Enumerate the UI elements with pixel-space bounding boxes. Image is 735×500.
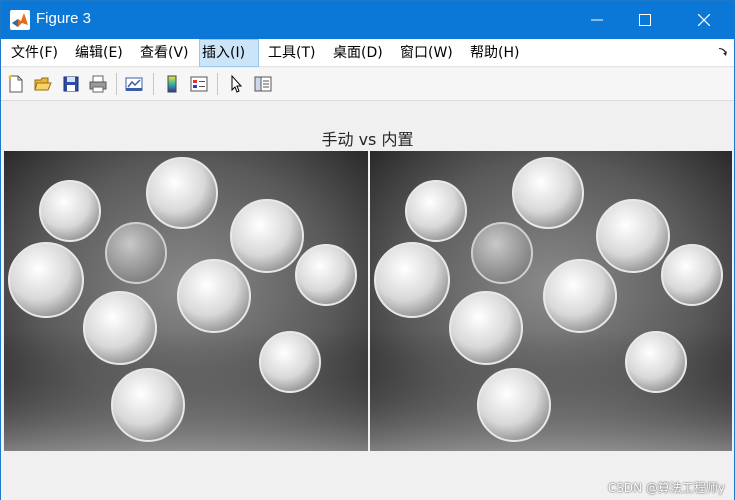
window-title: Figure 3 (36, 10, 92, 27)
menu-desktop[interactable]: 桌面(D) (331, 39, 385, 67)
maximize-icon (639, 14, 651, 26)
edit-plot-button[interactable] (225, 73, 247, 95)
save-icon (63, 76, 79, 92)
insert-colorbar-button[interactable] (161, 73, 183, 95)
link-plot-icon (125, 77, 143, 91)
menu-edit[interactable]: 编辑(E) (73, 39, 125, 67)
menu-tools[interactable]: 工具(T) (266, 39, 317, 67)
print-icon (89, 75, 107, 93)
plot-title: 手动 vs 内置 (321, 130, 414, 149)
menu-view[interactable]: 查看(V) (138, 39, 191, 67)
dock-arrow-icon[interactable] (718, 47, 728, 57)
close-button[interactable] (681, 1, 727, 39)
property-inspector-icon (254, 76, 272, 92)
new-figure-button[interactable] (5, 73, 27, 95)
menu-help[interactable]: 帮助(H) (468, 39, 521, 67)
image-montage (4, 151, 732, 451)
minimize-button[interactable] (574, 1, 620, 39)
menu-file[interactable]: 文件(F) (9, 39, 60, 67)
matlab-logo-icon (10, 10, 30, 30)
figure-window: Figure 3 文件(F) 编辑(E) 查看(V) 插入(I) 工具(T) 桌… (0, 0, 735, 500)
figure-canvas[interactable]: 手动 vs 内置 CSDN @算法工程师y (1, 102, 734, 500)
open-file-icon (34, 77, 52, 91)
title-bar[interactable]: Figure 3 (1, 1, 734, 39)
toolbar-separator (153, 73, 154, 95)
close-icon (698, 14, 710, 26)
new-figure-icon (8, 75, 23, 93)
insert-legend-button[interactable] (188, 73, 210, 95)
toolbar-separator (116, 73, 117, 95)
builtin-result-image (370, 151, 732, 451)
toolbar-separator (217, 73, 218, 95)
insert-colorbar-icon (167, 75, 177, 93)
watermark: CSDN @算法工程师y (607, 481, 725, 495)
menu-window[interactable]: 窗口(W) (398, 39, 455, 67)
insert-legend-icon (190, 76, 208, 92)
save-button[interactable] (60, 73, 82, 95)
menu-bar: 文件(F) 编辑(E) 查看(V) 插入(I) 工具(T) 桌面(D) 窗口(W… (1, 39, 734, 67)
maximize-button[interactable] (622, 1, 668, 39)
minimize-icon (591, 19, 603, 21)
manual-result-image (4, 151, 368, 451)
menu-insert[interactable]: 插入(I) (199, 39, 259, 67)
property-inspector-button[interactable] (252, 73, 274, 95)
open-file-button[interactable] (32, 73, 54, 95)
edit-plot-arrow-icon (231, 74, 243, 93)
link-plot-button[interactable] (123, 73, 145, 95)
toolbar (1, 68, 734, 101)
print-button[interactable] (87, 73, 109, 95)
